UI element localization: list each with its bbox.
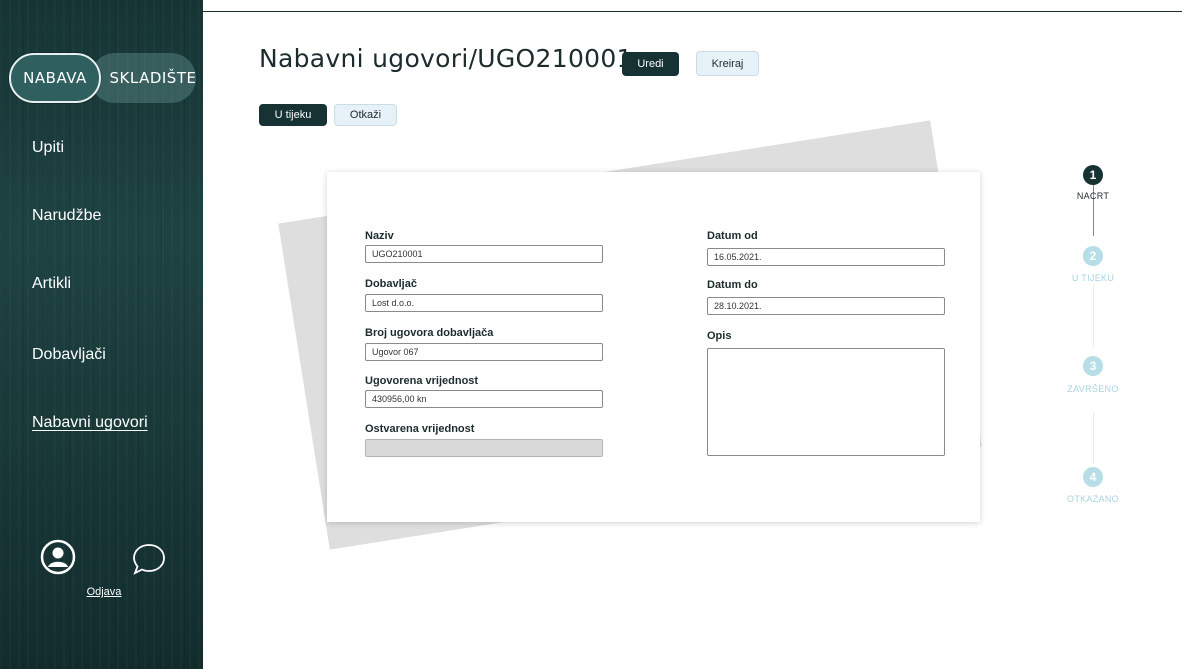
step-1-circle: 1 xyxy=(1083,165,1103,185)
datum-od-field[interactable]: 16.05.2021. xyxy=(707,248,945,266)
step-3-label: ZAVRŠENO xyxy=(1067,384,1119,394)
datum-od-label: Datum od xyxy=(707,230,758,242)
ostvarena-vrijednost-label: Ostvarena vrijednost xyxy=(365,423,475,435)
broj-ugovora-field[interactable]: Ugovor 067 xyxy=(365,343,603,361)
user-circle-icon[interactable] xyxy=(40,539,76,575)
sidebar-item-narudzbe[interactable]: Narudžbe xyxy=(32,207,101,225)
edit-button[interactable]: Uredi xyxy=(622,52,679,76)
broj-ugovora-label: Broj ugovora dobavljača xyxy=(365,327,494,339)
sidebar-item-dobavljaci[interactable]: Dobavljači xyxy=(32,346,106,364)
sidebar-item-nabavni-ugovori[interactable]: Nabavni ugovori xyxy=(32,414,148,432)
dobavljac-label: Dobavljač xyxy=(365,278,417,290)
ugovorena-vrijednost-field[interactable]: 430956,00 kn xyxy=(365,390,603,408)
top-divider xyxy=(203,11,1182,12)
step-4-circle: 4 xyxy=(1083,467,1103,487)
cancel-button[interactable]: Otkaži xyxy=(334,104,397,126)
ostvarena-vrijednost-field xyxy=(365,439,603,457)
in-progress-button[interactable]: U tijeku xyxy=(259,104,327,126)
chat-bubble-icon[interactable] xyxy=(131,541,167,577)
step-3-circle: 3 xyxy=(1083,356,1103,376)
dobavljac-field[interactable]: Lost d.o.o. xyxy=(365,294,603,312)
step-2-label: U TIJEKU xyxy=(1071,273,1115,283)
sidebar-item-upiti[interactable]: Upiti xyxy=(32,139,64,157)
step-1-label: NACRT xyxy=(1076,191,1110,201)
sidebar: SKLADIŠTE NABAVA Upiti Narudžbe Artikli … xyxy=(0,0,203,669)
opis-label: Opis xyxy=(707,330,732,342)
step-4-label: OTKAZANO xyxy=(1067,494,1119,504)
sidebar-item-artikli[interactable]: Artikli xyxy=(32,275,71,293)
tab-skladiste[interactable]: SKLADIŠTE xyxy=(90,53,196,103)
naziv-label: Naziv xyxy=(365,230,394,242)
stepper-connector xyxy=(1093,412,1094,464)
step-2-circle: 2 xyxy=(1083,246,1103,266)
naziv-field[interactable]: UGO210001 xyxy=(365,245,603,263)
tab-nabava[interactable]: NABAVA xyxy=(9,53,101,103)
logout-link[interactable]: Odjava xyxy=(74,586,134,598)
datum-do-field[interactable]: 28.10.2021. xyxy=(707,297,945,315)
datum-do-label: Datum do xyxy=(707,279,758,291)
stepper-connector xyxy=(1093,285,1094,347)
page-title: Nabavni ugovori/UGO210001 xyxy=(259,44,633,73)
contract-form-card: Naziv UGO210001 Dobavljač Lost d.o.o. Br… xyxy=(327,172,980,522)
create-button[interactable]: Kreiraj xyxy=(696,51,759,76)
opis-textarea[interactable] xyxy=(707,348,945,456)
ugovorena-vrijednost-label: Ugovorena vrijednost xyxy=(365,375,479,387)
